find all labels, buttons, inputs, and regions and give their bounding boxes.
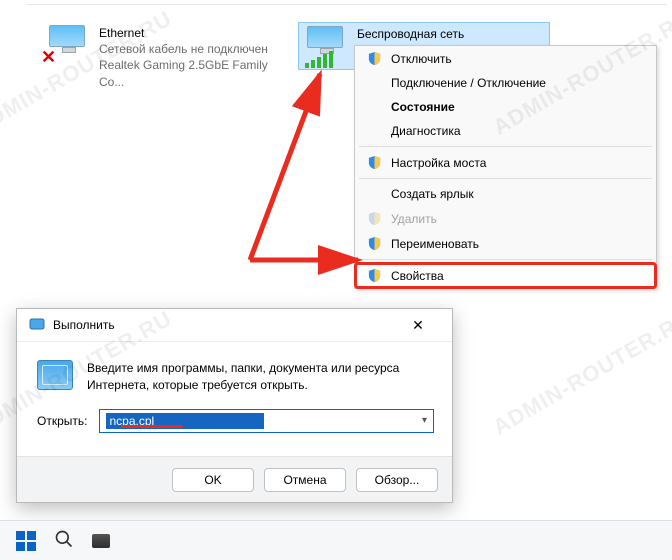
shield-icon [367, 236, 382, 251]
shield-icon [367, 155, 382, 170]
browse-button[interactable]: Обзор... [356, 468, 438, 492]
menu-separator [359, 146, 652, 147]
menu-label: Диагностика [391, 124, 461, 138]
adapter-name: Беспроводная сеть [357, 26, 464, 42]
toolbar-top [27, 0, 667, 5]
close-button[interactable]: ✕ [396, 317, 440, 334]
menu-separator [359, 259, 652, 260]
start-button[interactable] [16, 531, 36, 551]
run-title-bar[interactable]: Выполнить ✕ [17, 309, 452, 342]
menu-label: Состояние [391, 100, 455, 114]
menu-label: Отключить [391, 52, 452, 66]
menu-label: Удалить [391, 212, 437, 226]
menu-label: Подключение / Отключение [391, 76, 546, 90]
run-dialog: Выполнить ✕ Введите имя программы, папки… [16, 308, 453, 503]
run-title-icon [29, 316, 45, 335]
highlight-underline-icon [121, 425, 183, 428]
shield-icon [367, 51, 382, 66]
open-label: Открыть: [37, 414, 87, 428]
shield-icon [367, 268, 382, 283]
menu-item-rename[interactable]: Переименовать [355, 231, 656, 256]
menu-label: Создать ярлык [391, 187, 474, 201]
ok-button[interactable]: OK [172, 468, 254, 492]
cancel-button[interactable]: Отмена [264, 468, 346, 492]
adapter-device: Realtek Gaming 2.5GbE Family Co... [99, 57, 285, 89]
network-adapter-icon [305, 26, 349, 66]
chevron-down-icon[interactable]: ▾ [416, 415, 427, 426]
menu-label: Переименовать [391, 237, 479, 251]
run-description: Введите имя программы, папки, документа … [87, 360, 436, 395]
menu-separator [359, 178, 652, 179]
open-combo[interactable]: ▾ [99, 409, 434, 433]
search-icon[interactable] [54, 529, 74, 552]
signal-bars-icon [305, 51, 333, 68]
menu-item-shortcut[interactable]: Создать ярлык [355, 182, 656, 206]
menu-item-properties[interactable]: Свойства [355, 263, 656, 288]
menu-item-delete: Удалить [355, 206, 656, 231]
task-view-button[interactable] [92, 534, 110, 548]
menu-item-bridge[interactable]: Настройка моста [355, 150, 656, 175]
run-title-text: Выполнить [53, 318, 115, 332]
watermark: ADMIN-ROUTER.RU [489, 305, 672, 440]
disconnect-x-icon: ✕ [41, 47, 56, 68]
menu-label: Свойства [391, 269, 444, 283]
menu-label: Настройка моста [391, 156, 486, 170]
taskbar [0, 520, 672, 560]
context-menu: Отключить Подключение / Отключение Состо… [354, 45, 657, 289]
shield-icon [367, 211, 382, 226]
